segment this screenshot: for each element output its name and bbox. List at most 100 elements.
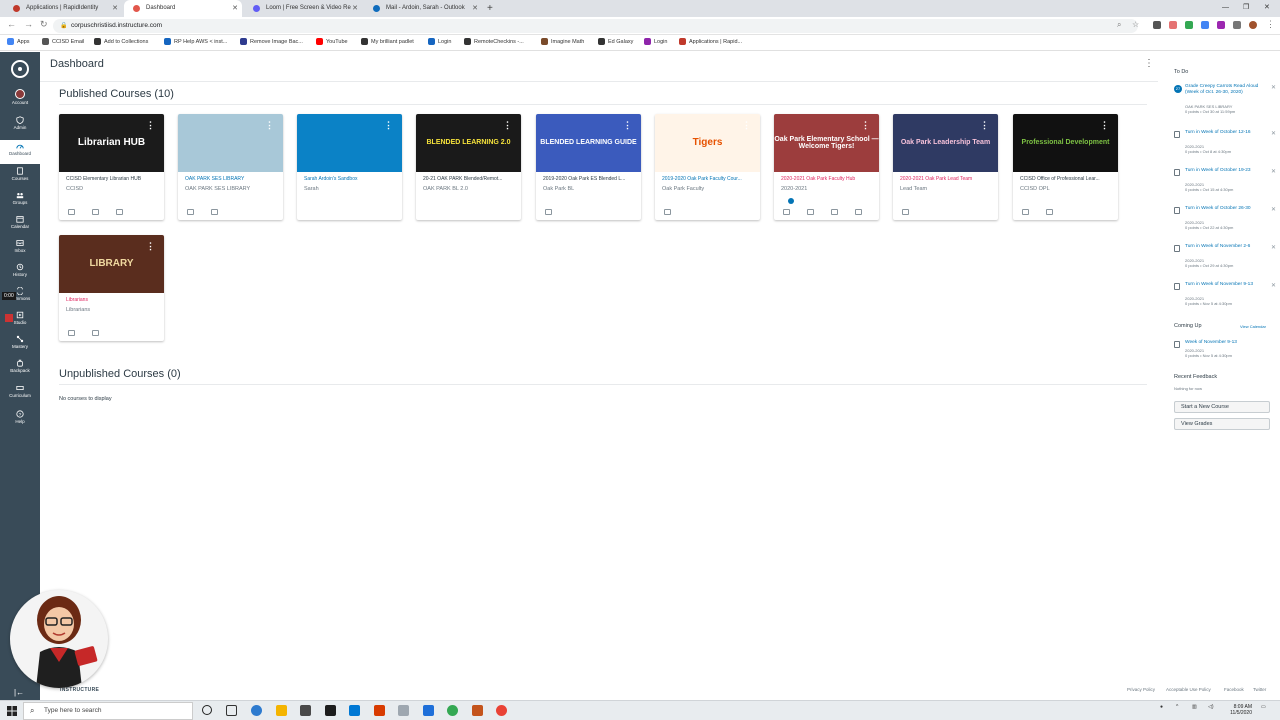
extension-icon[interactable]	[1185, 21, 1193, 29]
coming-up-item[interactable]: Week of November 9-13 2020-2021 0 points…	[1174, 340, 1276, 370]
bookmark-item[interactable]: Add to Collections	[94, 35, 148, 49]
maximize-icon[interactable]: ❐	[1243, 0, 1249, 15]
nav-item-backpack[interactable]: Backpack	[0, 357, 40, 381]
announcements-icon[interactable]	[68, 209, 75, 215]
card-options-icon[interactable]: ⋮	[1100, 120, 1109, 131]
todo-item[interactable]: Turn in Week of November 2-6 2020-2021 0 p…	[1174, 244, 1276, 274]
app-icon[interactable]	[325, 705, 336, 716]
view-grades-button[interactable]: View Grades	[1174, 418, 1270, 430]
dismiss-icon[interactable]: ✕	[1271, 282, 1276, 289]
url-field[interactable]: 🔒 corpuschristiisd.instructure.com	[53, 19, 1138, 33]
canvas-logo-icon[interactable]	[11, 60, 29, 78]
windows-start-icon[interactable]	[7, 706, 17, 716]
bookmark-item[interactable]: Applications | Rapid...	[679, 35, 742, 49]
todo-item[interactable]: Turn in Week of October 26-30 2020-2021 0 …	[1174, 206, 1276, 236]
assignments-icon[interactable]	[92, 209, 99, 215]
network-icon[interactable]: ▥	[1192, 704, 1197, 710]
todo-link[interactable]: Turn in Week of October 12-16	[1185, 130, 1263, 136]
card-options-icon[interactable]: ⋮	[384, 120, 393, 131]
dropbox-icon[interactable]	[423, 705, 434, 716]
forward-icon[interactable]: →	[24, 19, 33, 29]
nav-item-dashboard[interactable]: Dashboard	[0, 140, 40, 164]
course-card-image[interactable]: BLENDED LEARNING GUIDE ⋮	[536, 114, 641, 172]
office-icon[interactable]	[374, 705, 385, 716]
assignments-icon[interactable]	[92, 330, 99, 336]
dismiss-icon[interactable]: ✕	[1271, 130, 1276, 137]
close-icon[interactable]: ✕	[112, 0, 118, 17]
announcements-icon[interactable]	[902, 209, 909, 215]
bookmark-item[interactable]: CCISD Email	[42, 35, 84, 49]
nav-item-groups[interactable]: Groups	[0, 189, 40, 213]
browser-tab[interactable]: Applications | RapidIdentity ✕	[4, 0, 122, 17]
reload-icon[interactable]: ↻	[40, 19, 48, 30]
bookmark-item[interactable]: Imagine Math	[541, 35, 584, 49]
assignments-icon[interactable]	[807, 209, 814, 215]
extension-icon[interactable]	[1153, 21, 1161, 29]
star-icon[interactable]: ☆	[1132, 20, 1139, 29]
dismiss-icon[interactable]: ✕	[1271, 84, 1276, 91]
nav-item-admin[interactable]: Admin	[0, 114, 40, 138]
course-card-image[interactable]: Professional Development ⋮	[1013, 114, 1118, 172]
close-icon[interactable]: ✕	[352, 0, 358, 17]
file-explorer-icon[interactable]	[276, 705, 287, 716]
course-card-image[interactable]: Librarian HUB ⋮	[59, 114, 164, 172]
card-options-icon[interactable]: ⋮	[742, 120, 751, 131]
course-card-name[interactable]: Librarians	[66, 297, 161, 303]
nav-item-account[interactable]: Account	[0, 88, 40, 112]
course-card-name[interactable]: 2019-2020 Oak Park ES Blended L...	[543, 176, 638, 182]
browser-menu-icon[interactable]: ⋮	[1266, 19, 1275, 30]
search-icon[interactable]: ⌕	[1117, 20, 1121, 30]
bookmark-item[interactable]: Apps	[7, 35, 30, 49]
collapse-icon[interactable]: |←	[14, 688, 24, 697]
chrome-icon[interactable]	[447, 705, 458, 716]
nav-item-history[interactable]: History	[0, 261, 40, 285]
course-card-name[interactable]: CCISD Office of Professional Lear...	[1020, 176, 1115, 182]
instructure-logo[interactable]: INSTRUCTURE	[60, 687, 99, 693]
edge-icon[interactable]	[251, 705, 262, 716]
browser-tab-active[interactable]: Dashboard ✕	[124, 0, 242, 17]
card-options-icon[interactable]: ⋮	[623, 120, 632, 131]
announcements-icon[interactable]	[545, 209, 552, 215]
course-card[interactable]: LIBRARY ⋮ Librarians Librarians	[59, 235, 164, 341]
course-card[interactable]: ⋮ OAK PARK SES LIBRARY OAK PARK SES LIBRAR…	[178, 114, 283, 220]
cortana-icon[interactable]	[202, 705, 212, 715]
chrome-icon[interactable]	[496, 705, 507, 716]
nav-item-help[interactable]: ? Help	[0, 408, 40, 432]
browser-tab[interactable]: Mail - Ardoin, Sarah - Outlook ✕	[364, 0, 482, 17]
window-close-icon[interactable]: ✕	[1264, 0, 1270, 15]
volume-icon[interactable]: ◁)	[1208, 704, 1214, 710]
course-card-image[interactable]: Oak Park Elementary School — Welcome Tig…	[774, 114, 879, 172]
nav-item-inbox[interactable]: Inbox	[0, 237, 40, 261]
card-options-icon[interactable]: ⋮	[980, 120, 989, 131]
extension-icon[interactable]	[1233, 21, 1241, 29]
bookmark-item[interactable]: RP Help AWS < inst...	[164, 35, 227, 49]
taskbar-search-input[interactable]: ⌕ Type here to search	[23, 702, 193, 720]
course-card[interactable]: ⋮ Sarah Ardoin's Sandbox Sarah	[297, 114, 402, 220]
system-clock[interactable]: 8:09 AM 11/5/2020	[1226, 704, 1252, 716]
extension-icon[interactable]	[1201, 21, 1209, 29]
chevron-up-icon[interactable]: ^	[1176, 704, 1178, 710]
files-icon[interactable]	[855, 209, 862, 215]
bookmark-item[interactable]: RemoteCheckins -...	[464, 35, 524, 49]
assignments-icon[interactable]	[211, 209, 218, 215]
bookmark-item[interactable]: Remove Image Bac...	[240, 35, 303, 49]
notifications-icon[interactable]: ▭	[1261, 704, 1266, 710]
course-card[interactable]: BLENDED LEARNING 2.0 ⋮ 20-21 OAK PARK Blen…	[416, 114, 521, 220]
new-tab-button[interactable]: +	[487, 0, 493, 17]
extension-icon[interactable]	[1217, 21, 1225, 29]
task-view-icon[interactable]	[226, 705, 237, 716]
dismiss-icon[interactable]: ✕	[1271, 244, 1276, 251]
todo-item[interactable]: Turn in Week of October 19-23 2020-2021 0 …	[1174, 168, 1276, 198]
card-options-icon[interactable]: ⋮	[146, 241, 155, 252]
course-card-image[interactable]: ⋮	[297, 114, 402, 172]
dashboard-options-icon[interactable]: ⋮	[1144, 58, 1154, 69]
stop-recording-icon[interactable]	[5, 314, 13, 322]
course-card-name[interactable]: 2020-2021 Oak Park Faculty Hub	[781, 176, 876, 182]
footer-link[interactable]: Privacy Policy	[1127, 687, 1155, 692]
todo-link[interactable]: Grade Creepy Carrots Read Aloud (Week of…	[1185, 84, 1263, 96]
course-card-name[interactable]: 2020-2021 Oak Park Lead Team	[900, 176, 995, 182]
course-card-image[interactable]: ⋮	[178, 114, 283, 172]
card-options-icon[interactable]: ⋮	[146, 120, 155, 131]
todo-link[interactable]: Turn in Week of November 9-13	[1185, 282, 1263, 288]
course-card[interactable]: Oak Park Leadership Team ⋮ 2020-2021 Oak P…	[893, 114, 998, 220]
